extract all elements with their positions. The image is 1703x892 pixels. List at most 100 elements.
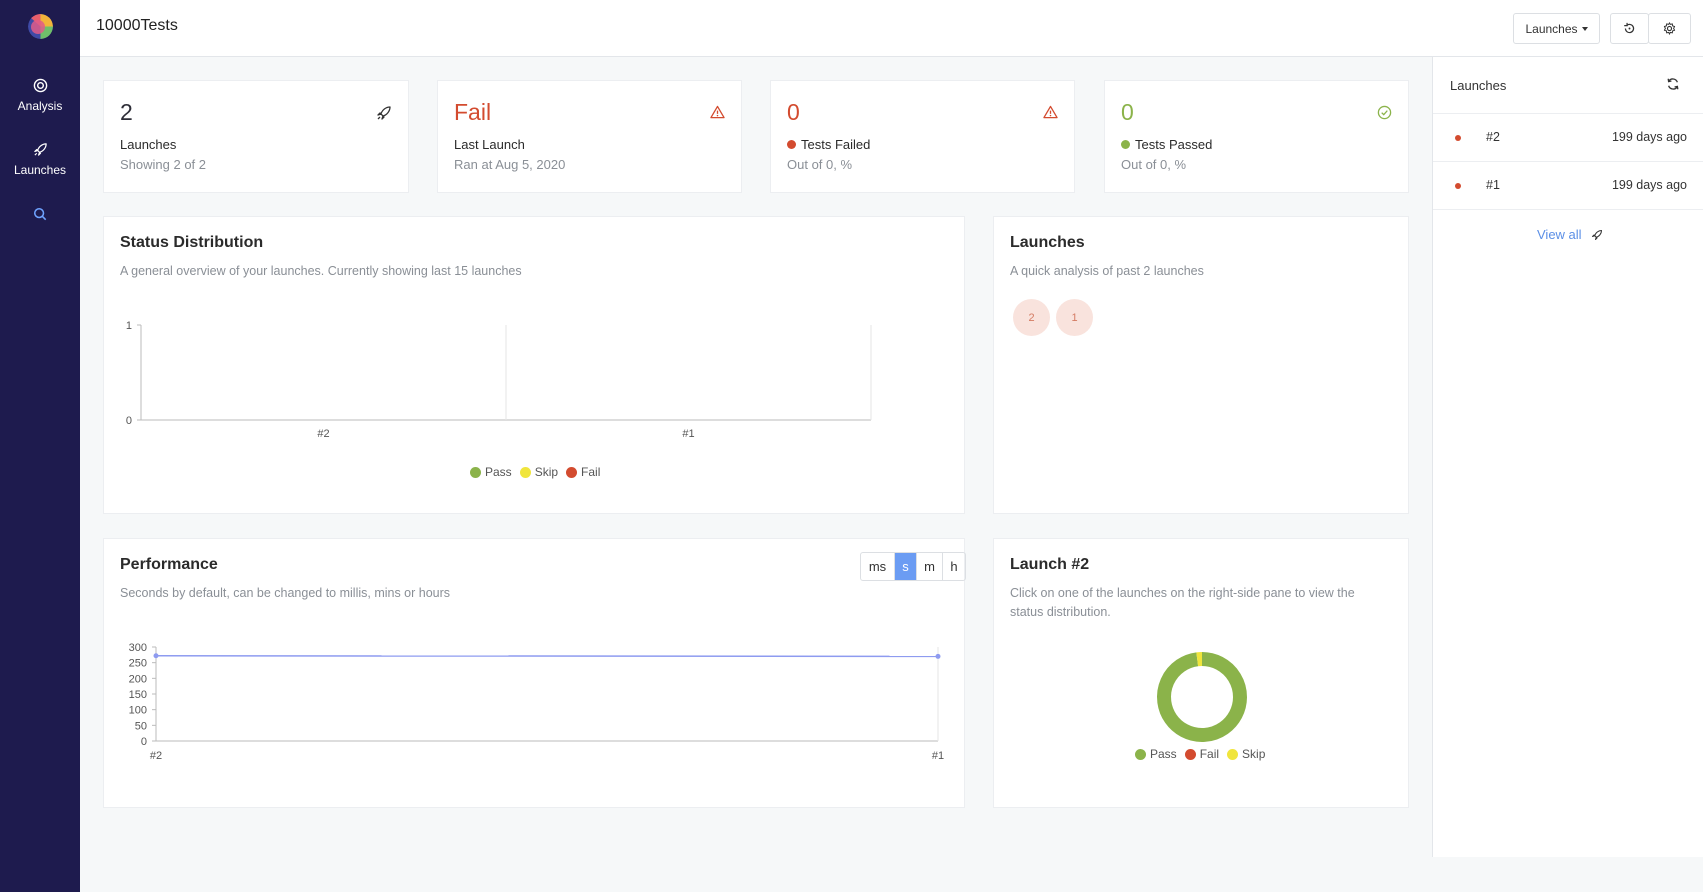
panel-subtitle: Seconds by default, can be changed to mi…: [120, 586, 451, 600]
top-header: 10000Tests Launches: [80, 0, 1703, 57]
sidebar-item-label: Analysis: [17, 99, 63, 113]
settings-button[interactable]: [1648, 13, 1691, 44]
stat-label: Tests Failed: [787, 137, 870, 152]
x-tick-label: #2: [150, 750, 162, 762]
stat-sub: Ran at Aug 5, 2020: [454, 157, 566, 172]
unit-m-button[interactable]: m: [916, 553, 942, 580]
panel-subtitle: A quick analysis of past 2 launches: [1010, 264, 1204, 278]
stat-sub: Out of 0, %: [1121, 157, 1187, 172]
refresh-button[interactable]: [1666, 77, 1680, 96]
app-logo[interactable]: [28, 14, 53, 39]
panel-subtitle: Click on one of the launches on the righ…: [1010, 584, 1355, 622]
view-all-link[interactable]: View all: [1537, 227, 1603, 242]
y-tick-label: 150: [129, 689, 147, 701]
status-distribution-panel: Status Distribution A general overview o…: [103, 216, 965, 514]
launch-name: #1: [1486, 178, 1500, 192]
donut-slice-pass: [1157, 652, 1247, 742]
panel-title: Performance: [120, 556, 218, 573]
launch-bubble-1[interactable]: 1: [1056, 299, 1093, 336]
launches-side-pane: Launches #2 199 days ago #1 199 days ago…: [1432, 57, 1703, 857]
target-icon: [33, 78, 47, 93]
history-button[interactable]: [1610, 13, 1649, 44]
pass-dot: [1121, 140, 1130, 149]
panel-subtitle-line-1: Click on one of the launches on the righ…: [1010, 586, 1355, 600]
rocket-icon: [376, 105, 392, 126]
data-point: [935, 653, 941, 659]
panel-title: Launch #2: [1010, 556, 1090, 573]
page-title: 10000Tests: [96, 17, 178, 34]
fail-dot: [1455, 183, 1461, 189]
caret-down-icon: [1581, 26, 1588, 31]
stat-label: Tests Passed: [1121, 137, 1212, 152]
gear-icon: [1663, 22, 1676, 35]
y-tick-label: 100: [129, 705, 147, 717]
y-tick-label: 0: [141, 736, 147, 748]
y-tick-label: 1: [126, 320, 132, 332]
unit-ms-button[interactable]: ms: [861, 553, 894, 580]
launch-list-item[interactable]: #2 199 days ago: [1433, 113, 1703, 161]
search-icon: [33, 207, 47, 221]
stat-label: Last Launch: [454, 137, 525, 152]
refresh-icon: [1667, 78, 1679, 90]
check-circle-icon: [1377, 105, 1392, 125]
warning-icon: [1043, 105, 1058, 124]
launches-panel: Launches A quick analysis of past 2 laun…: [993, 216, 1409, 514]
data-point: [153, 653, 159, 659]
list-divider: [1433, 209, 1703, 210]
view-all-label: View all: [1537, 227, 1582, 242]
unit-h-button[interactable]: h: [942, 553, 965, 580]
stat-label-text: Tests Passed: [1135, 137, 1213, 152]
launch-time: 199 days ago: [1611, 130, 1687, 144]
legend-item-skip[interactable]: Skip: [1227, 747, 1265, 761]
side-pane-title: Launches: [1450, 78, 1507, 93]
legend-item-skip[interactable]: Skip: [519, 465, 558, 479]
launch-list-item[interactable]: #1 199 days ago: [1433, 161, 1703, 209]
stat-card-tests-failed: 0 Tests Failed Out of 0, %: [770, 80, 1075, 193]
sidebar-item-label: Launches: [13, 163, 67, 177]
x-tick-label: #1: [932, 750, 944, 762]
warning-icon: [710, 105, 725, 124]
launch-name: #2: [1486, 130, 1500, 144]
stat-label-text: Tests Failed: [801, 137, 871, 152]
launch-donut-chart: [1157, 652, 1247, 742]
stat-value: 0: [787, 99, 800, 125]
y-tick-label: 300: [129, 642, 147, 654]
stat-value: 0: [1121, 99, 1134, 125]
y-tick-label: 200: [129, 673, 147, 685]
status-legend: Pass Skip Fail: [470, 465, 608, 479]
legend-item-fail[interactable]: Fail: [1184, 747, 1219, 761]
launch-detail-panel: Launch #2 Click on one of the launches o…: [993, 538, 1409, 808]
rocket-icon: [33, 143, 47, 156]
fail-dot: [1455, 135, 1461, 141]
x-tick-label: #2: [317, 428, 329, 440]
legend-item-pass[interactable]: Pass: [1135, 747, 1177, 761]
donut-legend: Pass Fail Skip: [1135, 747, 1273, 761]
performance-chart: 0 50 100 150 200 250 300 #2 #1: [129, 642, 944, 762]
performance-line: [155, 655, 939, 658]
stat-card-launches: 2 Launches Showing 2 of 2: [103, 80, 409, 193]
history-icon: [1624, 22, 1635, 34]
sidebar-item-search[interactable]: [0, 207, 80, 227]
y-tick-label: 0: [126, 415, 132, 427]
time-unit-toggle: ms s m h: [860, 552, 966, 581]
stat-value: 2: [120, 99, 133, 125]
legend-item-pass[interactable]: Pass: [470, 465, 512, 479]
unit-s-button[interactable]: s: [894, 553, 916, 580]
launch-bubble-2[interactable]: 2: [1013, 299, 1050, 336]
legend-item-fail[interactable]: Fail: [566, 465, 600, 479]
stat-value: Fail: [454, 99, 492, 125]
panel-title: Status Distribution: [120, 234, 264, 251]
sidebar: Analysis Launches: [0, 0, 80, 892]
status-distribution-chart: 0 1 #2 #1: [126, 320, 872, 440]
performance-panel: Performance Seconds by default, can be c…: [103, 538, 966, 808]
rocket-icon: [1591, 229, 1602, 240]
y-tick-label: 250: [129, 658, 147, 670]
sidebar-item-analysis[interactable]: Analysis: [0, 78, 80, 113]
fail-dot: [787, 140, 796, 149]
x-tick-label: #1: [682, 428, 694, 440]
launches-dropdown-label: Launches: [1525, 21, 1578, 36]
launches-dropdown-button[interactable]: Launches: [1513, 13, 1600, 44]
stat-card-last-launch: Fail Last Launch Ran at Aug 5, 2020: [437, 80, 742, 193]
panel-subtitle: A general overview of your launches. Cur…: [120, 264, 522, 278]
sidebar-item-launches[interactable]: Launches: [0, 142, 80, 177]
